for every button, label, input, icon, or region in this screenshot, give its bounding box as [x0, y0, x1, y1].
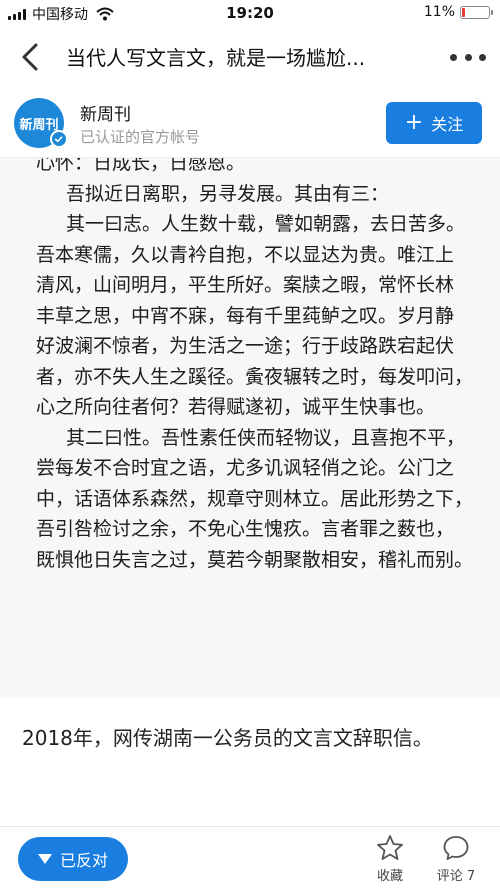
- comment-button[interactable]: 评论 7: [426, 833, 486, 884]
- letter-line: 清风，山间明月，平生所好。案牍之暇，常怀长林: [36, 274, 455, 296]
- page-title: 当代人写文言文，就是一场尴尬...: [66, 46, 366, 70]
- oppose-button[interactable]: 已反对: [18, 837, 128, 881]
- more-dots-icon[interactable]: [450, 42, 486, 72]
- chevron-left-icon[interactable]: [14, 40, 48, 74]
- follow-button[interactable]: + 关注: [386, 102, 482, 144]
- nav-bar: 当代人写文言文，就是一场尴尬...: [0, 28, 500, 86]
- letter-line: 其一曰志。人生数十载，譬如朝露，去日苦多。: [66, 213, 466, 235]
- letter-line: 丰草之思，中宵不寐，每有千里莼鲈之叹。岁月静: [36, 304, 455, 327]
- bottom-action-bar: 已反对 收藏 评论 7: [0, 826, 500, 889]
- letter-line: 吾引咎检讨之余，不免心生愧疚。言者罪之薮也，: [36, 518, 455, 540]
- image-caption: 2018年，网传湖南一公务员的文言文辞职信。: [22, 726, 433, 750]
- battery-percent: 11%: [423, 4, 455, 20]
- account-subtitle: 已认证的官方帐号: [80, 128, 201, 146]
- verified-badge-icon: [50, 130, 68, 148]
- letter-line: 既惧他日失言之过，莫若今朝聚散相安，稽礼而别。: [36, 548, 474, 571]
- letter-line: 心怀：日成长，日感恩。: [36, 158, 246, 174]
- account-name[interactable]: 新周刊: [80, 100, 131, 125]
- star-icon: [377, 835, 403, 860]
- status-bar: 中国移动 19:20 11%: [0, 0, 500, 28]
- favorite-button[interactable]: 收藏: [360, 833, 420, 884]
- letter-line: 中，话语体系森然，规章守则林立。居此形势之下，: [36, 487, 474, 510]
- triangle-down-icon: [37, 854, 52, 864]
- letter-line: 吾拟近日离职，另寻发展。其由有三：: [66, 182, 390, 205]
- letter-line: 其二曰性。吾性素任侠而轻物议，且喜抱不平，: [66, 426, 466, 449]
- status-right: 11%: [423, 4, 493, 20]
- account-bar: 新周刊 新周刊 已认证的官方帐号 + 关注: [0, 86, 500, 158]
- comment-bubble-icon: [443, 836, 469, 860]
- letter-line: 尝每发不合时宜之语，尤多讥讽轻俏之论。公门之: [36, 457, 455, 479]
- letter-image: 心怀：日成长，日感恩。吾拟近日离职，另寻发展。其由有三： 其一曰志。人生数十载，譬…: [0, 158, 500, 698]
- plus-icon: +: [404, 110, 424, 135]
- letter-line: 吾本寒儒，久以青衿自抱，不以显达为贵。唯江上: [36, 243, 455, 266]
- letter-text: 心怀：日成长，日感恩。吾拟近日离职，另寻发展。其由有三： 其一曰志。人生数十载，譬…: [36, 158, 476, 575]
- battery-icon: [460, 5, 493, 19]
- letter-line: 好波澜不惊者，为生活之一途；行于歧路跌宕起伏: [36, 335, 455, 357]
- letter-line: 心之所向往者何？若得赋遂初，诚平生快事也。: [36, 396, 436, 418]
- letter-line: 者，亦不失人生之蹊径。夤夜辗转之时，每发叩问，: [36, 365, 474, 388]
